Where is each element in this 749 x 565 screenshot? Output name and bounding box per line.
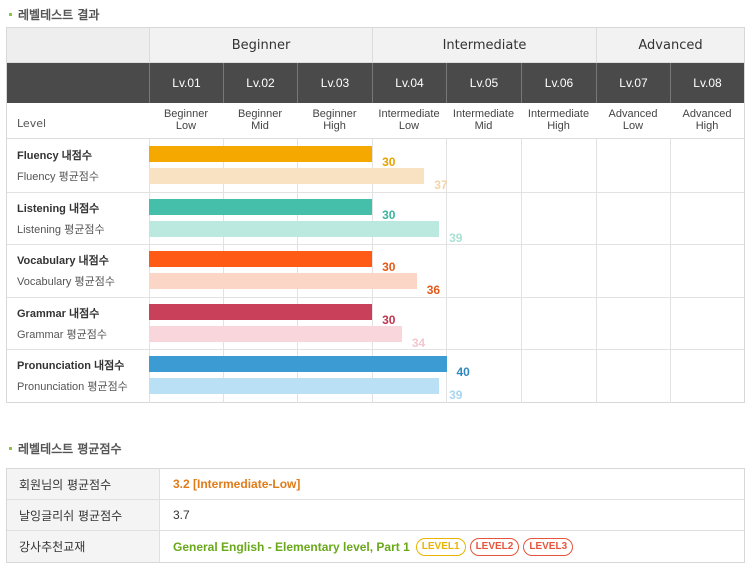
level-name-line: Intermediate <box>452 108 515 120</box>
category-my-score-label: Fluency 내점수 <box>17 150 92 162</box>
grid-vline <box>596 139 597 403</box>
my-score-bar <box>149 251 373 268</box>
my-score-bar <box>149 198 373 215</box>
my-score-value: 40 <box>456 365 470 380</box>
level-name-line: Advanced <box>608 108 658 120</box>
level-name-line: High <box>547 120 570 132</box>
summary-value-text: 3.2 [Intermediate-Low] <box>173 477 301 491</box>
level-name-7: Advanced Low <box>596 108 670 136</box>
summary-label: 날잉글리쉬 평균점수 <box>7 500 160 530</box>
bullet-icon <box>9 13 12 16</box>
summary-row: 날잉글리쉬 평균점수 3.7 <box>7 500 744 531</box>
summary-value-text: General English - Elementary level, Part… <box>173 539 410 554</box>
level-name-line: Intermediate <box>378 108 440 120</box>
level-badge-3[interactable]: LEVEL3 <box>523 537 574 556</box>
summary-value: 3.7 <box>160 500 744 530</box>
summary-row: 강사추천교재 General English - Elementary level… <box>7 531 744 562</box>
grid-hline <box>7 244 744 246</box>
average-score-table: 회원님의 평균점수 3.2 [Intermediate-Low] 날잉글리쉬 평균점… <box>6 468 745 563</box>
level-name-line: Low <box>175 120 197 132</box>
level-name-5: Intermediate Mid <box>446 108 521 136</box>
level-name-line: Beginner <box>312 108 357 120</box>
level-name-line: Advanced <box>682 108 732 120</box>
level-name-8: Advanced High <box>670 108 744 136</box>
level-header-6: Lv.06 <box>521 63 596 103</box>
my-score-value: 30 <box>382 207 396 222</box>
level-name-2: Beginner Mid <box>223 108 297 136</box>
average-score-value: 34 <box>411 335 426 350</box>
summary-row: 회원님의 평균점수 3.2 [Intermediate-Low] <box>7 469 744 500</box>
level-name-line: High <box>695 120 719 132</box>
level-name-line: Beginner <box>237 108 283 120</box>
average-score-bar <box>149 325 402 342</box>
summary-value: General English - Elementary level, Part… <box>160 531 744 562</box>
average-score-value: 37 <box>434 178 448 192</box>
category-my-score-label: Pronunciation 내점수 <box>17 360 125 373</box>
category-average-label: Pronunciation 평균점수 <box>17 381 128 394</box>
level-row-label: Level <box>17 117 47 130</box>
my-score-bar <box>149 146 373 162</box>
average-score-bar <box>149 273 417 290</box>
level-name-1: Beginner Low <box>149 108 223 136</box>
level-name-line: Mid <box>474 120 493 132</box>
summary-label: 회원님의 평균점수 <box>7 469 160 499</box>
category-my-score-label: Grammar 내점수 <box>17 307 100 320</box>
level-name-line: High <box>323 120 346 132</box>
summary-value: 3.2 [Intermediate-Low] <box>160 469 744 499</box>
my-score-value: 30 <box>382 155 396 169</box>
my-score-value: 30 <box>382 312 396 327</box>
group-header-intermediate: Intermediate <box>372 28 596 63</box>
level-name-6: Intermediate High <box>521 108 596 136</box>
level-name-line: Mid <box>251 120 269 132</box>
level-name-4: Intermediate Low <box>372 108 446 136</box>
category-average-label: Fluency 평균점수 <box>17 171 100 183</box>
grid-vline <box>521 139 522 403</box>
bullet-icon <box>9 447 12 450</box>
category-my-score-label: Listening 내점수 <box>17 202 100 215</box>
level-header-5: Lv.05 <box>446 63 521 103</box>
level-name-line: Intermediate <box>527 108 590 120</box>
level-header-8: Lv.08 <box>670 63 744 103</box>
average-score-bar <box>149 168 425 184</box>
average-score-value: 36 <box>426 283 441 298</box>
level-name-3: Beginner High <box>297 108 372 136</box>
level-badge-2[interactable]: LEVEL2 <box>469 537 520 556</box>
group-header-advanced: Advanced <box>596 28 744 63</box>
header-corner <box>7 28 150 63</box>
my-score-bar <box>149 303 373 320</box>
summary-value-text: 3.7 <box>173 508 190 522</box>
category-average-label: Listening 평균점수 <box>17 223 105 236</box>
average-score-bar <box>149 220 440 237</box>
average-score-value: 39 <box>449 388 463 403</box>
category-average-label: Grammar 평균점수 <box>17 328 107 341</box>
level-header-7: Lv.07 <box>596 63 670 103</box>
my-score-value: 30 <box>382 260 396 275</box>
grid-vline <box>670 139 671 403</box>
section-title-results: 레벨테스트 결과 <box>9 6 99 23</box>
level-header-1: Lv.01 <box>149 63 223 103</box>
category-my-score-label: Vocabulary 내점수 <box>17 255 109 268</box>
level-name-line: Beginner <box>163 108 209 120</box>
category-average-label: Vocabulary 평균점수 <box>17 276 115 289</box>
level-test-chart: Beginner Intermediate Advanced Lv.01 Lv.02 Lv… <box>6 27 745 403</box>
group-header-beginner: Beginner <box>149 28 372 63</box>
level-name-line: Low <box>398 120 420 132</box>
average-score-value: 39 <box>449 230 463 245</box>
section-title-average: 레벨테스트 평균점수 <box>9 440 122 457</box>
grid-hline <box>7 191 744 193</box>
average-score-bar <box>149 378 440 395</box>
level-header-2: Lv.02 <box>223 63 297 103</box>
level-name-line: Low <box>622 120 644 132</box>
section-title-text: 레벨테스트 평균점수 <box>18 442 122 456</box>
grid-hline <box>7 296 744 298</box>
section-title-text: 레벨테스트 결과 <box>18 8 100 22</box>
my-score-bar <box>149 356 447 373</box>
level-header-3: Lv.03 <box>297 63 372 103</box>
level-badge-1[interactable]: LEVEL1 <box>415 537 466 556</box>
grid-hline <box>7 349 744 351</box>
level-header-4: Lv.04 <box>372 63 446 103</box>
summary-label: 강사추천교재 <box>7 531 160 562</box>
